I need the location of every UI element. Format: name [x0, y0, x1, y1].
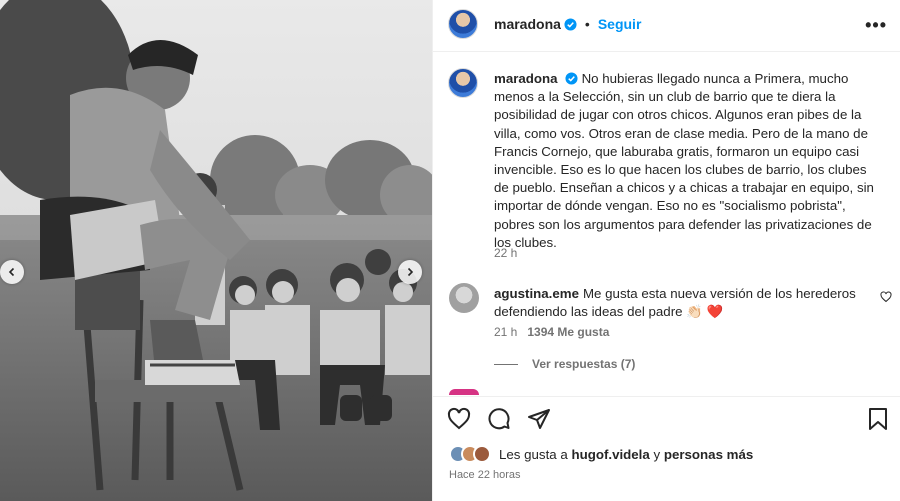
likes-summary: Les gusta a hugof.videla y personas más — [449, 445, 753, 463]
post-actions: Les gusta a hugof.videla y personas más … — [433, 396, 900, 501]
caption-timestamp[interactable]: 22 h — [494, 246, 517, 260]
comment-likes[interactable]: 1394 Me gusta — [527, 325, 609, 339]
liker-avatar — [473, 445, 491, 463]
view-replies-label: Ver respuestas (7) — [532, 357, 636, 371]
likes-others-link[interactable]: personas más — [664, 447, 753, 462]
view-replies-button[interactable]: Ver respuestas (7) — [494, 357, 635, 371]
chevron-left-icon — [8, 267, 15, 277]
share-icon[interactable] — [527, 407, 551, 431]
author-username[interactable]: maradona — [494, 16, 561, 32]
heart-icon — [880, 291, 892, 303]
caption-username[interactable]: maradona — [494, 71, 558, 86]
post-header: maradona • Seguir ••• — [433, 0, 900, 52]
post-side-panel: maradona • Seguir ••• maradona No hubiera… — [432, 0, 900, 501]
comment-time[interactable]: 21 h — [494, 325, 517, 339]
post-photo[interactable] — [0, 0, 432, 501]
comment-icon[interactable] — [487, 407, 511, 431]
replies-divider — [494, 363, 518, 365]
action-icons-row — [447, 407, 551, 431]
author-avatar[interactable] — [448, 9, 478, 39]
liker-avatars[interactable] — [449, 445, 491, 463]
caption-body: maradona No hubieras llegado nunca a Prim… — [494, 70, 874, 252]
next-comment-avatar — [449, 389, 479, 395]
bookmark-icon[interactable] — [867, 407, 889, 431]
heart-icon[interactable] — [447, 407, 471, 431]
prev-photo-button[interactable] — [0, 260, 24, 284]
follow-button[interactable]: Seguir — [598, 16, 642, 32]
liker-username[interactable]: hugof.videla — [571, 447, 649, 462]
post-timestamp[interactable]: Hace 22 horas — [449, 469, 521, 481]
more-options-button[interactable]: ••• — [865, 15, 887, 36]
commenter-username[interactable]: agustina.eme — [494, 286, 579, 301]
comment-like-button[interactable] — [880, 291, 892, 303]
next-photo-button[interactable] — [398, 260, 422, 284]
photo-image — [0, 0, 432, 501]
separator-dot: • — [584, 16, 590, 32]
comment-meta: 21 h 1394 Me gusta — [494, 325, 609, 339]
commenter-avatar[interactable] — [449, 283, 479, 313]
verified-badge-icon — [565, 72, 578, 85]
likes-mid: y — [653, 446, 661, 462]
author-row: maradona • Seguir — [494, 16, 641, 32]
likes-prefix: Les gusta a — [499, 446, 568, 462]
comment-body: agustina.eme Me gusta esta nueva versión … — [494, 285, 864, 321]
chevron-right-icon — [407, 267, 414, 277]
caption-text: No hubieras llegado nunca a Primera, muc… — [494, 71, 874, 250]
caption-author-avatar[interactable] — [448, 68, 478, 98]
verified-badge-icon — [564, 17, 577, 31]
